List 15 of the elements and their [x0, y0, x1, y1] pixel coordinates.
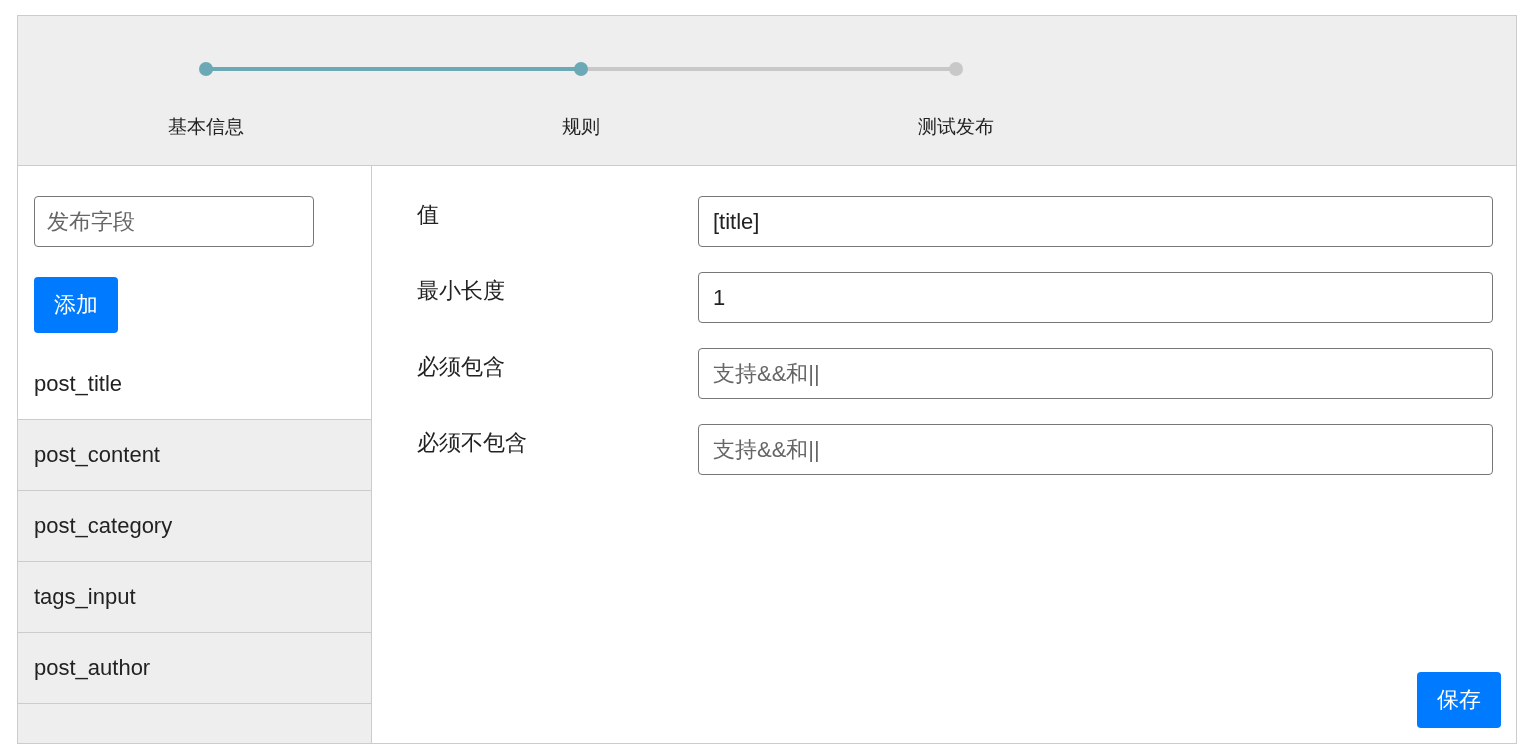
step-label: 规则	[561, 115, 600, 139]
rule-input[interactable]: [title]	[698, 196, 1493, 247]
rule-input[interactable]: 支持&&和||	[698, 424, 1493, 475]
step-label: 测试发布	[917, 115, 994, 139]
field-label: 必须不包含	[417, 429, 528, 457]
rule-input[interactable]: 1	[698, 272, 1493, 323]
step-label: 基本信息	[167, 115, 244, 139]
field-label: 必须包含	[417, 353, 506, 381]
rule-input[interactable]: 支持&&和||	[698, 348, 1493, 399]
field-list-item[interactable]: post_title	[18, 349, 371, 420]
field-name-input[interactable]: 发布字段	[34, 196, 314, 247]
save-button[interactable]: 保存	[1417, 672, 1501, 728]
field-label: 值	[417, 201, 440, 229]
field-label: 最小长度	[417, 277, 506, 305]
add-button[interactable]: 添加	[34, 277, 118, 333]
